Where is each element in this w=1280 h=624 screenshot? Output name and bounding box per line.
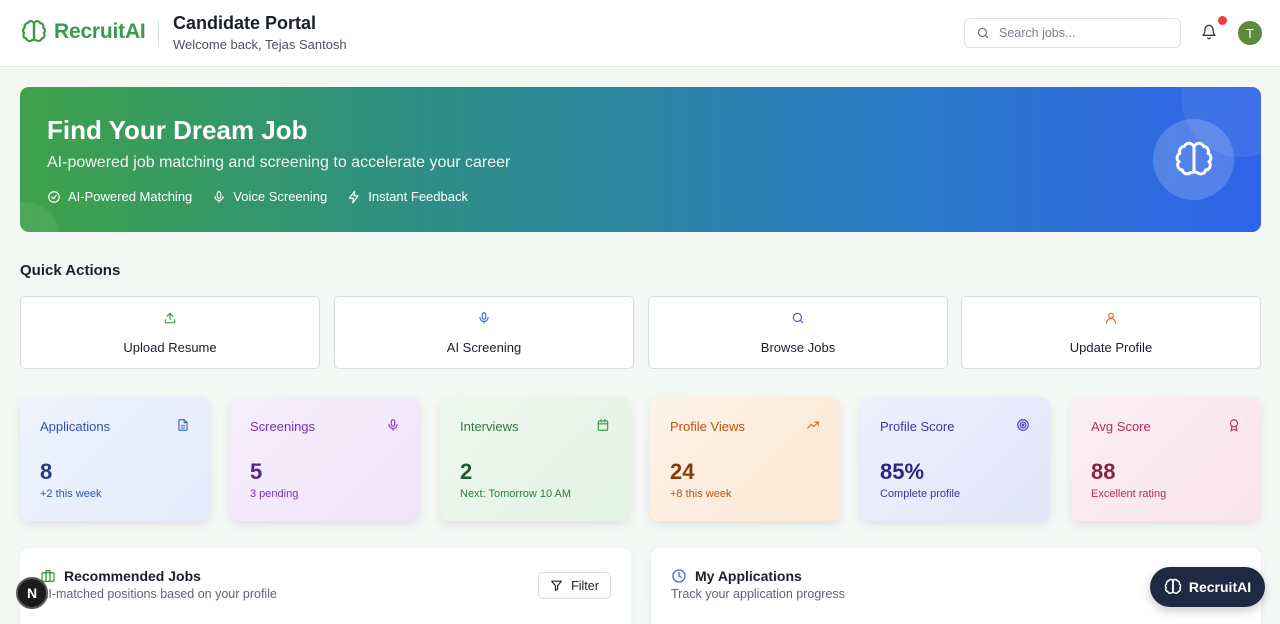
panel-subtitle: AI-matched positions based on your profi… <box>40 587 277 601</box>
stat-note: Excellent rating <box>1091 488 1167 500</box>
filter-button[interactable]: Filter <box>538 572 611 599</box>
stat-value: 5 <box>250 459 263 484</box>
brain-icon <box>1164 578 1182 594</box>
header-divider <box>158 20 159 46</box>
zap-icon <box>348 190 359 203</box>
recommended-jobs-panel: Recommended Jobs AI-matched positions ba… <box>20 548 631 624</box>
upload-resume-button[interactable]: Upload Resume <box>20 296 320 369</box>
stat-note: +2 this week <box>40 488 102 500</box>
stat-note: +8 this week <box>670 488 732 500</box>
stat-note: Complete profile <box>880 488 961 500</box>
stat-profile-views[interactable]: Profile Views 24 +8 this week <box>650 397 840 521</box>
feature-ai-matching: AI-Powered Matching <box>47 189 192 204</box>
quick-actions-title: Quick Actions <box>20 262 121 279</box>
hero-brain-badge <box>1153 119 1234 200</box>
award-icon <box>1229 419 1239 432</box>
stat-label: Screenings <box>250 419 316 434</box>
stat-screenings[interactable]: Screenings 5 3 pending <box>230 397 420 521</box>
search-box[interactable] <box>964 18 1181 48</box>
feature-label: Instant Feedback <box>368 189 468 204</box>
recruitai-chat-button[interactable]: RecruitAI <box>1150 567 1265 607</box>
mic-icon <box>388 419 398 431</box>
stat-label: Profile Score <box>880 419 955 434</box>
feature-label: AI-Powered Matching <box>68 189 193 204</box>
avatar[interactable]: T <box>1238 21 1262 45</box>
brain-icon <box>1175 141 1212 175</box>
search-icon <box>977 27 989 39</box>
action-label: Update Profile <box>1069 340 1153 355</box>
search-input[interactable] <box>999 26 1169 40</box>
panel-title: My Applications <box>695 568 802 584</box>
welcome-text: Welcome back, Tejas Santosh <box>173 37 347 52</box>
stat-value: 8 <box>40 459 53 484</box>
clock-icon <box>672 569 686 583</box>
feature-voice-screening: Voice Screening <box>212 189 327 204</box>
hero-features: AI-Powered Matching Voice Screening Inst… <box>47 189 488 204</box>
hero-banner: Find Your Dream Job AI-powered job match… <box>20 87 1261 232</box>
file-icon <box>178 419 188 431</box>
ai-screening-button[interactable]: AI Screening <box>334 296 634 369</box>
hero-decoration <box>20 202 60 232</box>
filter-label: Filter <box>571 578 599 593</box>
update-profile-button[interactable]: Update Profile <box>961 296 1261 369</box>
feature-instant-feedback: Instant Feedback <box>347 189 468 204</box>
stat-avg-score[interactable]: Avg Score 88 Excellent rating <box>1071 397 1261 521</box>
upload-icon <box>164 312 176 324</box>
dev-tools-badge[interactable]: N <box>16 577 48 609</box>
stat-interviews[interactable]: Interviews 2 Next: Tomorrow 10 AM <box>440 397 630 521</box>
page-title: Candidate Portal <box>173 13 317 33</box>
bell-icon[interactable] <box>1201 24 1217 40</box>
hero-title: Find Your Dream Job <box>47 115 308 145</box>
hero-subtitle: AI-powered job matching and screening to… <box>47 154 511 171</box>
user-icon <box>1105 312 1117 324</box>
browse-jobs-button[interactable]: Browse Jobs <box>648 296 948 369</box>
floating-brand-label: RecruitAI <box>1188 579 1252 595</box>
notification-dot <box>1218 16 1227 25</box>
stat-label: Interviews <box>460 419 519 434</box>
mic-icon <box>479 312 489 324</box>
brain-icon <box>21 20 47 43</box>
check-circle-icon <box>48 190 60 203</box>
stat-profile-score[interactable]: Profile Score 85% Complete profile <box>860 397 1050 521</box>
target-icon <box>1017 419 1029 431</box>
action-label: Upload Resume <box>123 340 217 355</box>
panel-title: Recommended Jobs <box>64 568 201 584</box>
stat-value: 24 <box>670 459 695 484</box>
action-label: AI Screening <box>446 340 522 355</box>
stat-label: Profile Views <box>670 419 745 434</box>
stat-value: 88 <box>1091 459 1116 484</box>
stat-label: Avg Score <box>1091 419 1151 434</box>
stat-note: 3 pending <box>250 488 299 500</box>
calendar-icon <box>597 419 609 431</box>
top-header: RecruitAI Candidate Portal Welcome back,… <box>0 0 1280 67</box>
stat-value: 85% <box>880 459 925 484</box>
stat-note: Next: Tomorrow 10 AM <box>460 488 572 500</box>
filter-icon <box>551 580 563 591</box>
panel-subtitle: Track your application progress <box>671 587 845 601</box>
stat-applications[interactable]: Applications 8 +2 this week <box>20 397 210 521</box>
mic-icon <box>214 190 224 203</box>
stat-value: 2 <box>460 459 473 484</box>
brand-name: RecruitAI <box>54 20 146 43</box>
trending-up-icon <box>807 421 819 429</box>
action-label: Browse Jobs <box>760 340 836 355</box>
search-icon <box>792 312 804 324</box>
stat-label: Applications <box>40 419 111 434</box>
feature-label: Voice Screening <box>233 189 328 204</box>
brand-logo[interactable]: RecruitAI <box>21 19 146 45</box>
